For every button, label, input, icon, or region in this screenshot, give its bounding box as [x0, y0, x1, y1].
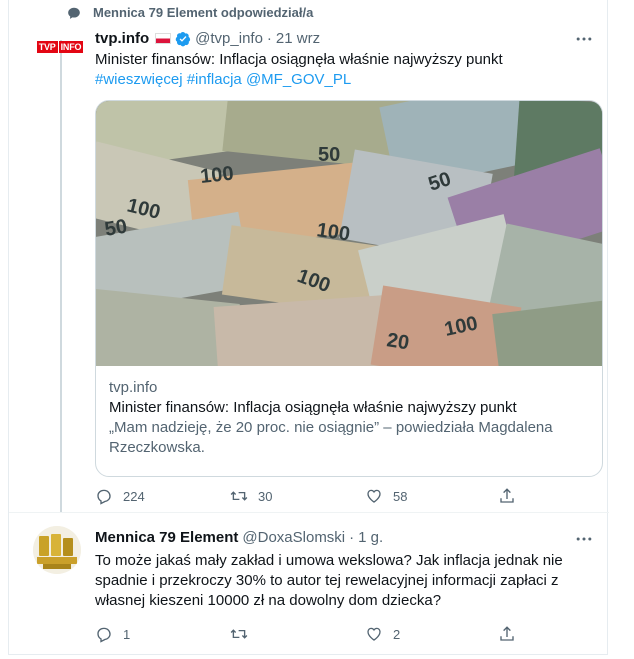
share-icon — [500, 488, 514, 503]
more-icon[interactable] — [574, 529, 594, 549]
banknote-label: 100 — [199, 163, 234, 188]
tweet-body: Minister finansów: Inflacja osiągnęła wł… — [95, 51, 503, 68]
retweet-context[interactable]: Mennica 79 Element odpowiedział/a — [67, 5, 313, 20]
card-image[interactable]: 100 50 100 100 50 100 20 100 50 — [96, 101, 602, 366]
tweet-header: tvp.info @tvp_info · 21 wrz — [95, 30, 320, 47]
timeline-frame: Mennica 79 Element odpowiedział/a TVP INF… — [8, 0, 609, 655]
banknote-label: 50 — [318, 144, 340, 166]
context-label: Mennica 79 Element odpowiedział/a — [93, 5, 314, 20]
tweet-divider — [9, 512, 609, 513]
banknote-label: 20 — [385, 329, 410, 354]
reply-button[interactable]: 1 — [95, 625, 230, 643]
avatar-mennica[interactable] — [33, 526, 81, 574]
verified-icon — [175, 31, 191, 46]
reply-icon — [97, 627, 111, 643]
tweet-actions: 224 30 58 — [95, 487, 516, 505]
tweet-text: To może jakaś mały zakład i umowa wekslo… — [95, 552, 563, 609]
share-button[interactable] — [498, 625, 516, 643]
more-icon[interactable] — [574, 29, 594, 49]
like-icon — [367, 627, 381, 641]
tweet-time[interactable]: 1 g. — [358, 529, 383, 546]
tweet-text: Minister finansów: Inflacja osiągnęła wł… — [95, 50, 600, 90]
author-name[interactable]: tvp.info — [95, 30, 149, 47]
card-body: tvp.info Minister finansów: Inflacja osi… — [109, 378, 589, 458]
tweet-actions: 1 2 — [95, 625, 516, 643]
reply-count: 224 — [123, 488, 145, 504]
separator: · — [349, 529, 355, 546]
hashtag-link[interactable]: #wieszwięcej — [95, 71, 183, 88]
like-button[interactable]: 2 — [365, 625, 498, 643]
avatar-tvp-info[interactable]: TVP INFO — [36, 36, 84, 58]
link-card[interactable]: 100 50 100 100 50 100 20 100 50 tvp.info… — [95, 100, 603, 477]
retweet-icon — [230, 491, 248, 501]
retweet-button[interactable] — [230, 625, 365, 643]
retweet-icon — [230, 629, 248, 639]
thread-line — [60, 40, 62, 512]
like-count: 58 — [393, 488, 408, 504]
card-title: Minister finansów: Inflacja osiągnęła wł… — [109, 399, 517, 416]
tweet-header: Mennica 79 Element @DoxaSlomski · 1 g. — [95, 529, 383, 546]
card-domain: tvp.info — [109, 379, 158, 396]
reply-icon — [97, 489, 111, 505]
like-button[interactable]: 58 — [365, 487, 498, 505]
banknote-label: 50 — [103, 215, 129, 241]
share-button[interactable] — [498, 487, 516, 505]
author-handle[interactable]: @DoxaSlomski — [242, 529, 345, 546]
reply-button[interactable]: 224 — [95, 487, 230, 505]
card-description: „Mam nadzieję, że 20 proc. nie osiągnie”… — [109, 419, 553, 456]
like-count: 2 — [393, 626, 401, 642]
tweet-time[interactable]: 21 wrz — [276, 30, 320, 47]
banknote-label: 100 — [315, 219, 351, 245]
author-handle[interactable]: @tvp_info — [195, 30, 263, 47]
like-icon — [367, 489, 381, 503]
separator: · — [266, 30, 272, 47]
author-name[interactable]: Mennica 79 Element — [95, 529, 238, 546]
mention-link[interactable]: @MF_GOV_PL — [246, 71, 351, 88]
retweet-count: 30 — [258, 488, 273, 504]
speech-bubble-icon — [68, 7, 80, 19]
banknotes-image: 100 50 100 100 50 100 20 100 50 — [96, 101, 602, 366]
tvp-info-logo: TVP INFO — [36, 41, 84, 53]
share-icon — [500, 626, 514, 641]
retweet-button[interactable]: 30 — [230, 487, 365, 505]
hashtag-link[interactable]: #inflacja — [187, 71, 242, 88]
reply-count: 1 — [123, 626, 131, 642]
gold-bars-image — [33, 526, 81, 574]
poland-flag-icon — [155, 33, 172, 44]
